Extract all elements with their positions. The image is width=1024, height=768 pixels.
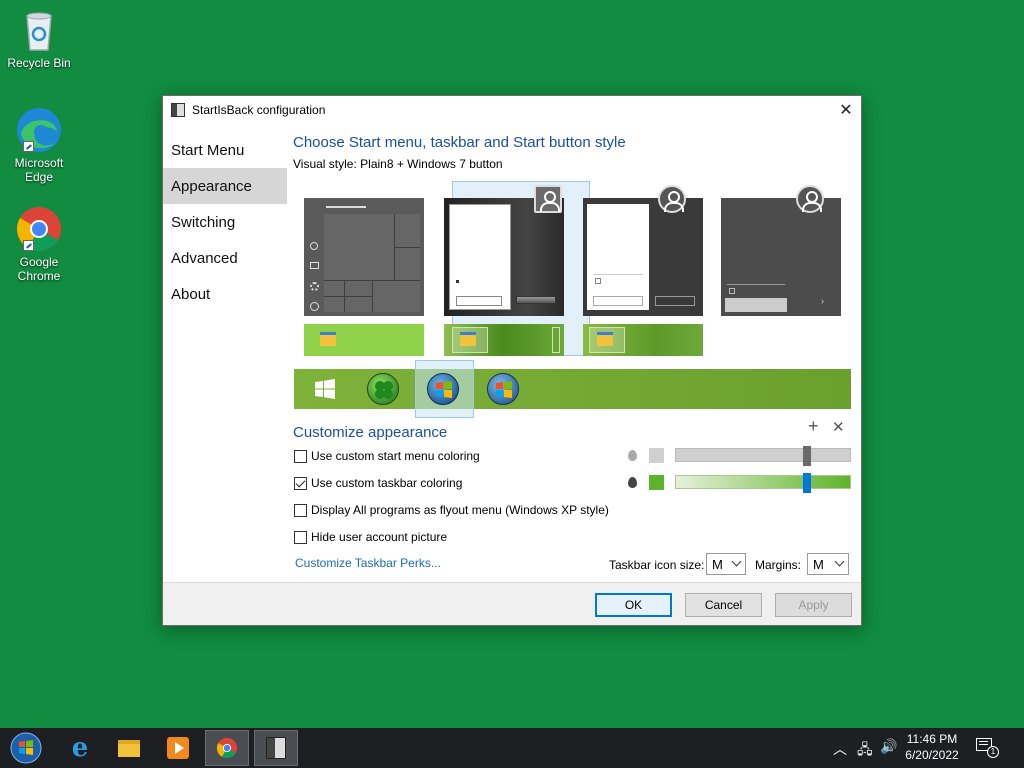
notification-center-button[interactable]: 1 [976,738,999,758]
taskbar-color-slider[interactable] [675,473,851,493]
windows7-logo-icon [436,381,452,398]
show-hidden-icons-chevron-up-icon[interactable]: ︿ [833,739,847,759]
taskbar-preview-1 [304,324,424,356]
taskbar: e ︿ 🖧 🔊 11:46 PM 6/20/2022 1 [0,728,1024,768]
start-button-windows7-orb[interactable] [427,373,459,405]
edge-icon [15,106,63,154]
apply-button[interactable]: Apply [775,593,852,617]
option-flyout-all-programs[interactable]: Display All programs as flyout menu (Win… [294,503,609,517]
chevron-down-icon [731,556,742,567]
desktop-icon-recycle-bin[interactable]: Recycle Bin [4,6,74,70]
user-avatar-icon [658,185,686,213]
add-icon[interactable]: + [808,416,819,437]
taskbar-color-swatch[interactable] [649,475,664,490]
customize-title: Customize appearance [293,424,448,441]
close-button[interactable]: ✕ [831,96,861,124]
taskbar-preview-3 [583,324,703,356]
start-button-windows10[interactable] [315,379,335,399]
option-label: Use custom start menu coloring [311,449,480,463]
checkbox-start-menu-coloring[interactable] [294,449,307,463]
ok-button[interactable]: OK [595,593,672,617]
startisback-app-icon [171,103,185,117]
clock-time: 11:46 PM [906,732,958,746]
user-avatar-icon [796,185,824,213]
transparency-drop-icon [628,477,637,488]
option-hide-user-picture[interactable]: Hide user account picture [294,530,447,544]
clover-icon [375,381,393,399]
margins-label: Margins: [755,558,802,572]
section-title: Choose Start menu, taskbar and Start but… [293,134,626,151]
style-thumb-windows8[interactable]: › [721,198,841,316]
transparency-drop-icon [628,450,637,461]
taskbar-media-player[interactable] [156,730,200,766]
style-thumb-windows10[interactable] [304,198,424,316]
style-thumb-plain8[interactable] [583,198,703,316]
network-icon[interactable]: 🖧 [857,739,873,763]
start-button-styles [294,360,851,418]
select-value: M [712,556,723,572]
desktop-icon-edge[interactable]: Microsoft Edge [4,106,74,184]
icon-size-label: Taskbar icon size: [609,558,705,572]
start-menu-color-swatch[interactable] [649,448,664,463]
startisback-dialog: StartIsBack configuration ✕ Start Menu A… [162,95,862,626]
checkbox-hide-user-picture[interactable] [294,530,307,544]
windows7-start-orb-icon [10,732,42,764]
start-button-windows-orb-alt[interactable] [487,373,519,405]
slider-handle[interactable] [803,446,811,466]
folder-icon [118,739,140,757]
start-button[interactable] [4,730,48,766]
option-custom-start-menu-coloring[interactable]: Use custom start menu coloring [294,449,480,463]
clock[interactable]: 11:46 PM 6/20/2022 [900,732,964,762]
chrome-icon [216,737,238,759]
style-thumb-windows7[interactable] [444,198,564,316]
desktop-icon-chrome[interactable]: Google Chrome [4,205,74,283]
taskbar-chrome[interactable] [205,730,249,766]
dialog-footer: OK Cancel Apply [163,582,861,625]
style-thumbnails: › [173,181,841,361]
shortcut-arrow-icon [23,240,34,251]
recycle-bin-icon [15,6,63,54]
start-menu-color-slider[interactable] [675,446,851,466]
internet-explorer-icon: e [71,733,89,763]
checkbox-flyout-menu[interactable] [294,503,307,517]
taskbar-startisback-config[interactable] [254,730,298,766]
desktop-icon-label: Recycle Bin [7,56,71,70]
close-icon: ✕ [839,102,853,119]
cancel-button[interactable]: Cancel [685,593,762,617]
option-custom-taskbar-coloring[interactable]: Use custom taskbar coloring [294,476,462,490]
media-player-icon [167,737,189,759]
dialog-titlebar[interactable]: StartIsBack configuration ✕ [163,96,861,124]
select-value: M [813,556,824,572]
sidebar-item-start-menu[interactable]: Start Menu [163,132,287,168]
icon-size-select[interactable]: M [706,553,746,575]
slider-handle[interactable] [803,473,811,493]
visual-style-label: Visual style: Plain8 + Windows 7 button [293,157,503,171]
clock-date: 6/20/2022 [905,748,959,762]
dialog-title: StartIsBack configuration [192,103,326,117]
startisback-app-icon [266,737,286,759]
start-button-clover[interactable] [367,373,399,405]
desktop-icon-label: Google Chrome [17,255,61,283]
taskbar-file-explorer[interactable] [107,730,151,766]
taskbar-preview-2 [444,324,564,356]
user-avatar-icon [534,185,562,213]
chrome-icon [15,205,63,253]
checkbox-taskbar-coloring[interactable] [294,476,307,490]
chevron-down-icon [834,556,845,567]
margins-select[interactable]: M [807,553,849,575]
taskbar-internet-explorer[interactable]: e [58,730,102,766]
volume-icon[interactable]: 🔊 [880,738,897,755]
customize-taskbar-perks-link[interactable]: Customize Taskbar Perks... [295,556,441,570]
windows-logo-icon [496,381,512,398]
remove-icon[interactable]: ✕ [832,418,845,436]
option-label: Use custom taskbar coloring [311,476,463,490]
notification-count-badge: 1 [987,746,999,758]
appearance-content: Choose Start menu, taskbar and Start but… [293,134,853,171]
option-label: Hide user account picture [311,530,448,544]
desktop-icon-label: Microsoft Edge [14,156,64,184]
windows10-logo-icon [315,379,335,399]
shortcut-arrow-icon [23,141,34,152]
option-label: Display All programs as flyout menu (Win… [311,503,609,517]
